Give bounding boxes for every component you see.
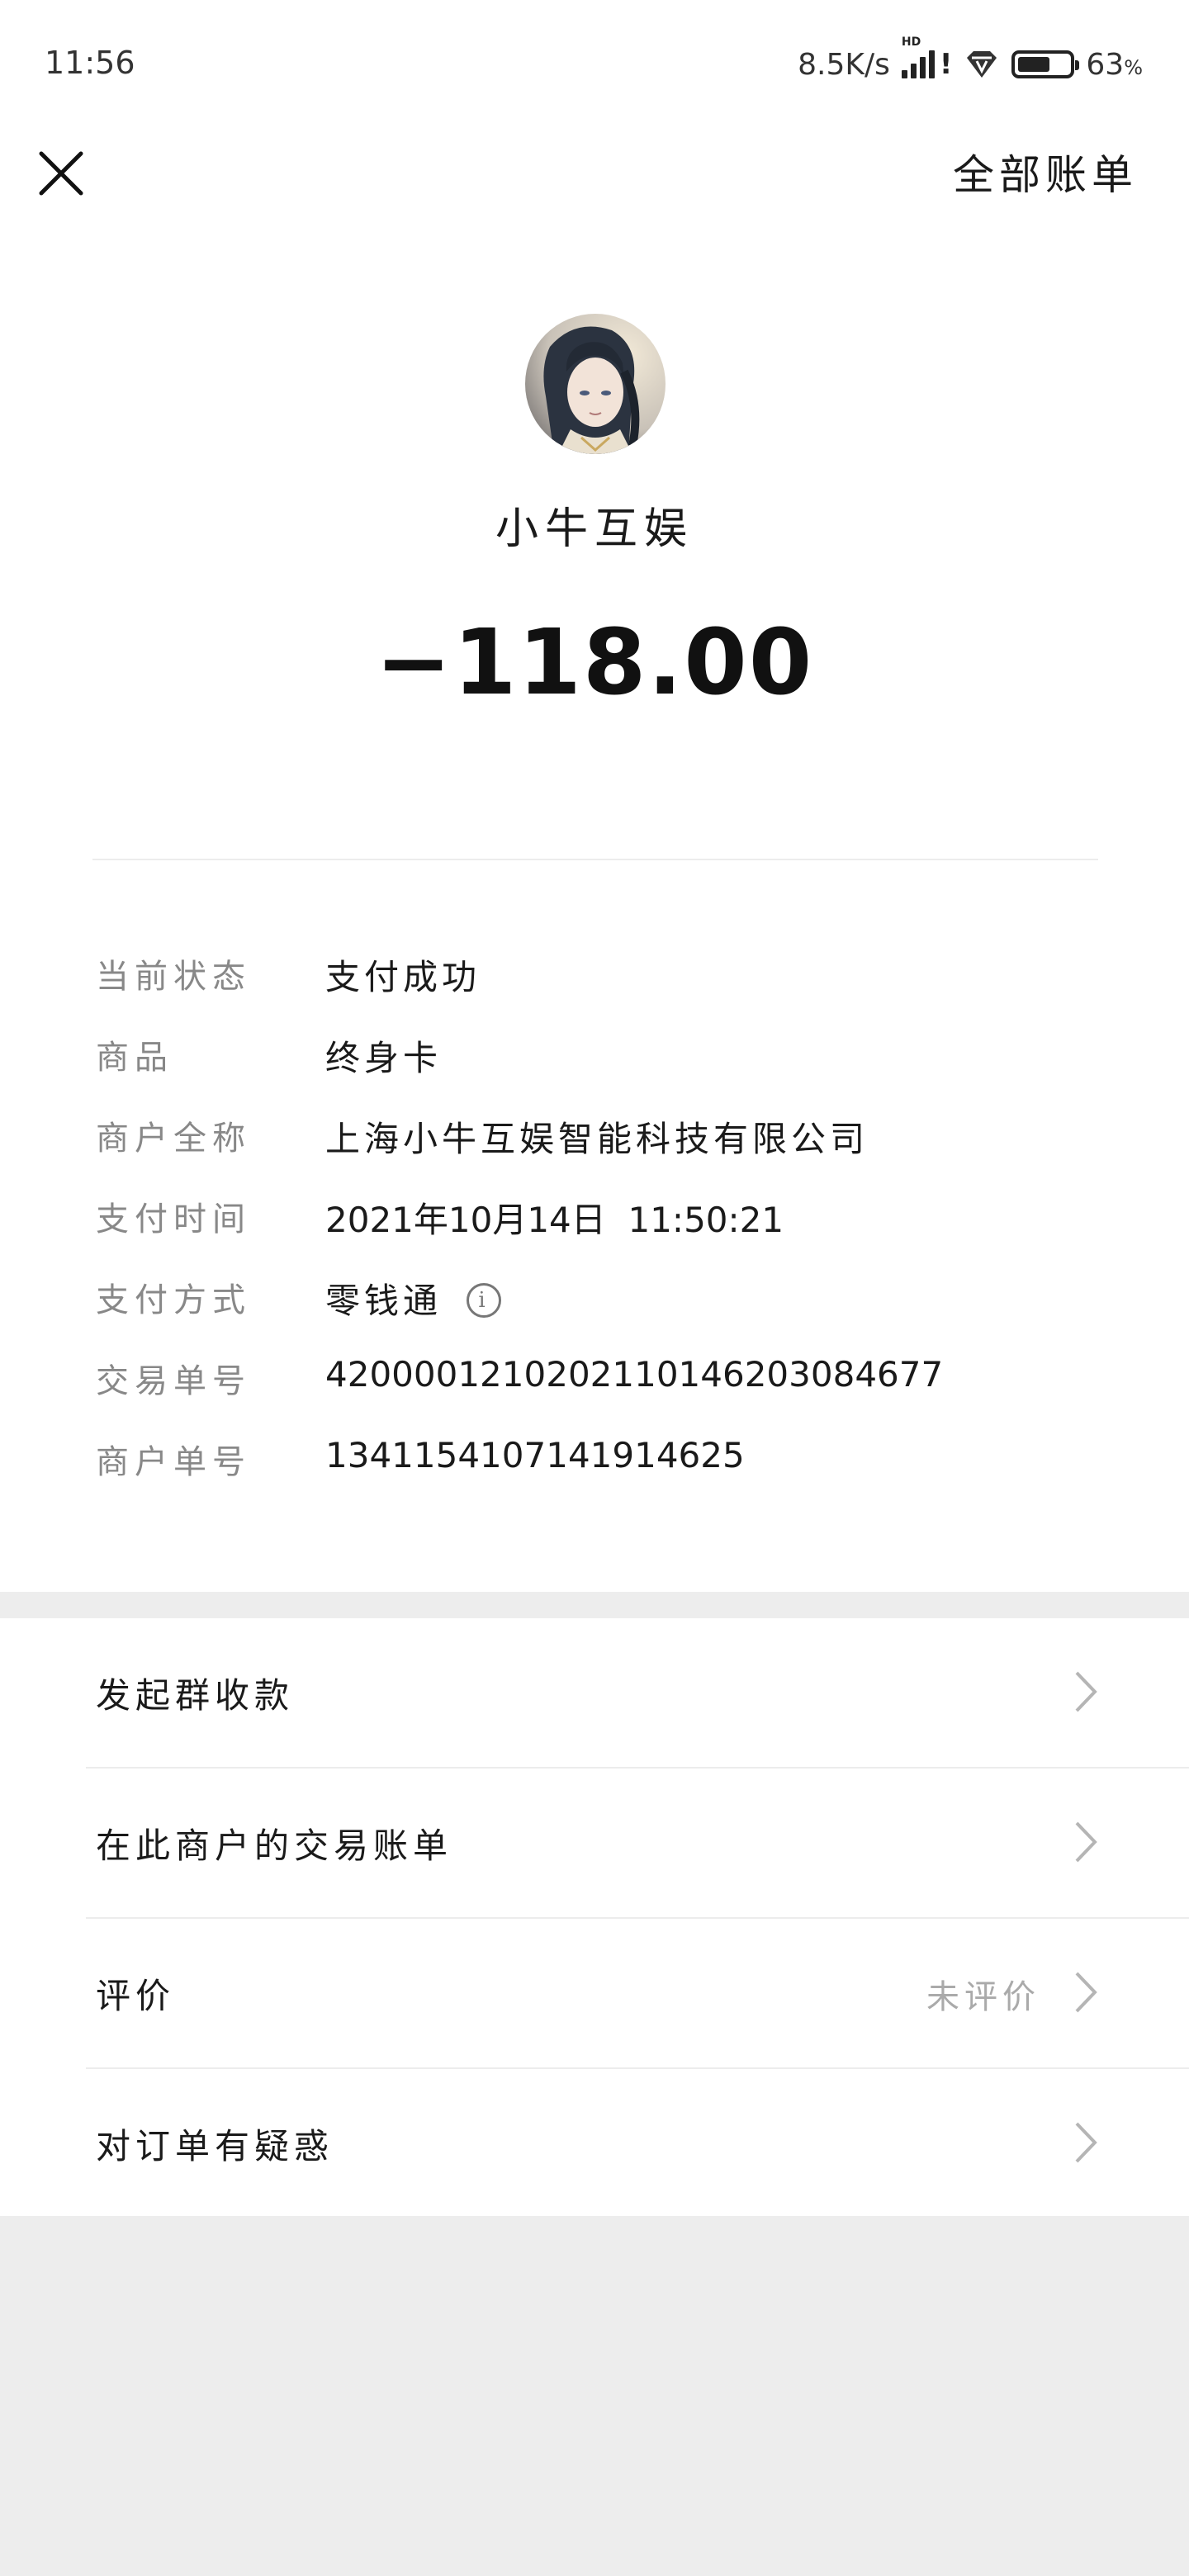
- all-bills-link[interactable]: 全部账单: [953, 142, 1138, 201]
- menu-item-label: 发起群收款: [96, 1675, 295, 1716]
- detail-value: 终身卡: [325, 1038, 443, 1078]
- status-indicators: 8.5K/s HD ! 63%: [798, 36, 1143, 88]
- menu-item-label: 在此商户的交易账单: [96, 1825, 453, 1866]
- detail-row-product: 商品 终身卡: [0, 1017, 1189, 1098]
- chevron-right-icon: [1075, 2122, 1097, 2163]
- merchant-name: 小牛互娱: [495, 504, 694, 554]
- detail-row-merchant-full-name: 商户全称 上海小牛互娱智能科技有限公司: [0, 1098, 1189, 1179]
- info-icon[interactable]: i: [467, 1282, 502, 1318]
- detail-row-status: 当前状态 支付成功: [0, 936, 1189, 1017]
- action-menu: 发起群收款 在此商户的交易账单 评价 未评价 对订单有疑惑: [0, 1618, 1189, 2216]
- battery-icon: [1011, 50, 1080, 78]
- transaction-card: 小牛互娱 −118.00 当前状态 支付成功 商品 终身卡 商户全称 上海小牛互…: [0, 246, 1189, 1592]
- menu-item-review[interactable]: 评价 未评价: [0, 1919, 1189, 2067]
- detail-label: 商户单号: [96, 1443, 251, 1481]
- detail-row-merchant-order-no: 商户单号 1341154107141914625: [0, 1422, 1189, 1503]
- menu-item-label: 评价: [96, 1976, 176, 2016]
- battery-percent: 63%: [1086, 47, 1143, 82]
- detail-label: 交易单号: [96, 1362, 251, 1400]
- transaction-amount: −118.00: [375, 609, 814, 715]
- detail-label: 支付方式: [96, 1281, 251, 1319]
- review-status: 未评价: [926, 1978, 1040, 2016]
- detail-label: 当前状态: [96, 958, 251, 996]
- detail-value: 零钱通 i: [325, 1273, 502, 1324]
- detail-value: 4200001210202110146203084677: [325, 1354, 944, 1395]
- signal-icon: HD !: [901, 36, 953, 81]
- nav-bar: 全部账单: [0, 124, 1189, 247]
- pay-method-text: 零钱通: [325, 1281, 443, 1321]
- chevron-right-icon: [1075, 1671, 1097, 1712]
- detail-value: 上海小牛互娱智能科技有限公司: [325, 1119, 869, 1159]
- merchant-avatar: [525, 314, 666, 454]
- hd-badge: HD: [901, 36, 921, 49]
- detail-value: 2021年10月14日 11:50:21: [325, 1200, 784, 1240]
- detail-row-transaction-no: 交易单号 4200001210202110146203084677: [0, 1341, 1189, 1422]
- diamond-wifi-icon: [967, 51, 997, 78]
- network-speed: 8.5K/s: [798, 47, 890, 82]
- chevron-right-icon: [1075, 1972, 1097, 2013]
- detail-label: 商品: [96, 1039, 173, 1077]
- status-time: 11:56: [45, 45, 135, 81]
- menu-item-label: 对订单有疑惑: [96, 2126, 334, 2166]
- menu-item-group-collect[interactable]: 发起群收款: [0, 1618, 1189, 1767]
- detail-row-pay-method: 支付方式 零钱通 i: [0, 1260, 1189, 1341]
- menu-item-order-question[interactable]: 对订单有疑惑: [0, 2069, 1189, 2218]
- detail-label: 支付时间: [96, 1200, 251, 1238]
- detail-value: 1341154107141914625: [325, 1435, 745, 1475]
- status-bar: 11:56 8.5K/s HD ! 63%: [0, 0, 1189, 124]
- detail-label: 商户全称: [96, 1120, 251, 1158]
- detail-row-pay-time: 支付时间 2021年10月14日 11:50:21: [0, 1179, 1189, 1260]
- close-icon[interactable]: [35, 147, 88, 200]
- divider: [92, 859, 1098, 860]
- chevron-right-icon: [1075, 1821, 1097, 1863]
- detail-value: 支付成功: [325, 957, 481, 997]
- menu-item-merchant-bills[interactable]: 在此商户的交易账单: [0, 1769, 1189, 1917]
